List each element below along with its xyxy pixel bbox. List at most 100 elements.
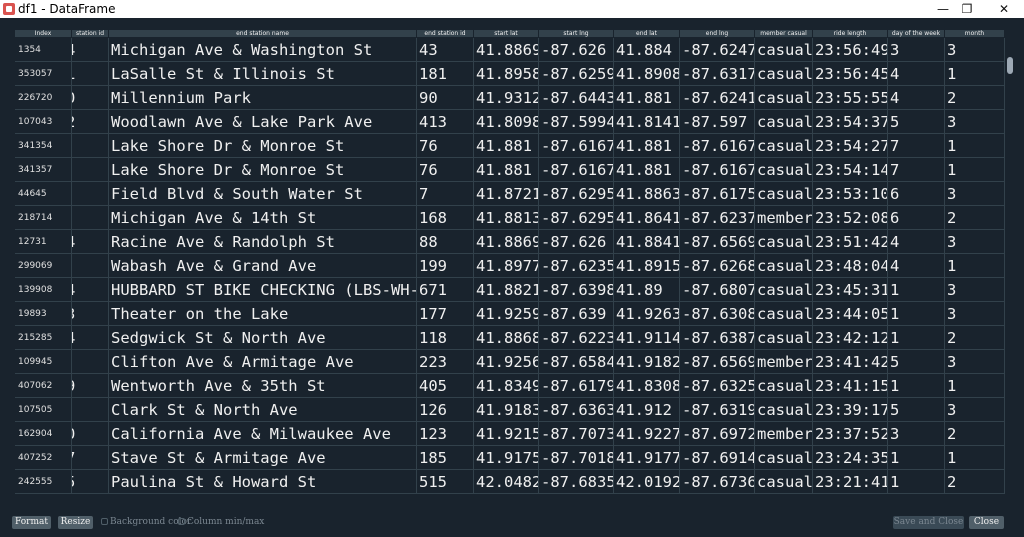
cell-month[interactable]: 1 <box>945 446 1005 470</box>
cell-member-casual[interactable]: member <box>755 422 813 446</box>
cell-start-lat[interactable]: 41.8821 <box>474 278 539 302</box>
table-row[interactable]: 12731 4 Racine Ave & Randolph St 88 41.8… <box>15 230 1005 254</box>
cell-month[interactable]: 2 <box>945 86 1005 110</box>
cell-start-lng[interactable]: -87.6167 <box>539 134 614 158</box>
cell-member-casual[interactable]: casual <box>755 374 813 398</box>
table-row[interactable]: 407062 9 Wentworth Ave & 35th St 405 41.… <box>15 374 1005 398</box>
cell-station-id[interactable]: 4 <box>72 326 109 350</box>
cell-month[interactable]: 3 <box>945 110 1005 134</box>
cell-member-casual[interactable]: casual <box>755 158 813 182</box>
cell-ride-length[interactable]: 23:52:08 <box>813 206 888 230</box>
header-end-station-id[interactable]: end station id <box>417 30 474 37</box>
cell-end-station-name[interactable]: Wentworth Ave & 35th St <box>109 374 417 398</box>
table-row[interactable]: 353057 1 LaSalle St & Illinois St 181 41… <box>15 62 1005 86</box>
cell-end-lng[interactable]: -87.6167 <box>680 158 755 182</box>
cell-ride-length[interactable]: 23:55:55 <box>813 86 888 110</box>
cell-day-of-the-week[interactable]: 7 <box>888 134 945 158</box>
cell-start-lng[interactable]: -87.6584 <box>539 350 614 374</box>
header-end-lat[interactable]: end lat <box>614 30 680 37</box>
cell-ride-length[interactable]: 23:41:15 <box>813 374 888 398</box>
cell-start-lat[interactable]: 41.881 <box>474 134 539 158</box>
cell-ride-length[interactable]: 23:21:41 <box>813 470 888 494</box>
table-row[interactable]: 139908 4 HUBBARD ST BIKE CHECKING (LBS-W… <box>15 278 1005 302</box>
cell-end-lat[interactable]: 41.9263 <box>614 302 680 326</box>
cell-ride-length[interactable]: 23:41:42 <box>813 350 888 374</box>
cell-start-lng[interactable]: -87.6398 <box>539 278 614 302</box>
cell-station-id[interactable]: 4 <box>72 278 109 302</box>
cell-end-lat[interactable]: 41.881 <box>614 134 680 158</box>
cell-end-station-id[interactable]: 181 <box>417 62 474 86</box>
cell-end-lng[interactable]: -87.6317 <box>680 62 755 86</box>
vertical-scrollbar[interactable] <box>1006 55 1014 515</box>
cell-end-lat[interactable]: 41.8915 <box>614 254 680 278</box>
cell-month[interactable]: 3 <box>945 230 1005 254</box>
cell-end-lat[interactable]: 41.9177 <box>614 446 680 470</box>
cell-end-station-id[interactable]: 126 <box>417 398 474 422</box>
cell-end-lat[interactable]: 41.9182 <box>614 350 680 374</box>
cell-month[interactable]: 3 <box>945 350 1005 374</box>
cell-station-id[interactable] <box>72 206 109 230</box>
header-month[interactable]: month <box>945 30 1005 37</box>
cell-member-casual[interactable]: casual <box>755 446 813 470</box>
cell-day-of-the-week[interactable]: 4 <box>888 62 945 86</box>
table-row[interactable]: 44645 Field Blvd & South Water St 7 41.8… <box>15 182 1005 206</box>
cell-end-station-name[interactable]: Lake Shore Dr & Monroe St <box>109 158 417 182</box>
cell-ride-length[interactable]: 23:56:45 <box>813 62 888 86</box>
cell-station-id[interactable]: 1 <box>72 62 109 86</box>
cell-start-lng[interactable]: -87.7073 <box>539 422 614 446</box>
cell-start-lat[interactable]: 41.9312 <box>474 86 539 110</box>
cell-day-of-the-week[interactable]: 4 <box>888 230 945 254</box>
close-button[interactable]: Close <box>969 516 1004 529</box>
cell-ride-length[interactable]: 23:42:12 <box>813 326 888 350</box>
cell-month[interactable]: 1 <box>945 134 1005 158</box>
cell-end-station-name[interactable]: Michigan Ave & Washington St <box>109 38 417 62</box>
cell-station-id[interactable]: 0 <box>72 86 109 110</box>
cell-member-casual[interactable]: casual <box>755 134 813 158</box>
cell-end-lng[interactable]: -87.597 <box>680 110 755 134</box>
cell-day-of-the-week[interactable]: 7 <box>888 158 945 182</box>
cell-day-of-the-week[interactable]: 1 <box>888 374 945 398</box>
cell-station-id[interactable] <box>72 158 109 182</box>
cell-end-station-id[interactable]: 43 <box>417 38 474 62</box>
cell-start-lat[interactable]: 41.9183 <box>474 398 539 422</box>
vertical-scrollbar-thumb[interactable] <box>1007 57 1013 74</box>
cell-end-lng[interactable]: -87.6569 <box>680 350 755 374</box>
cell-day-of-the-week[interactable]: 1 <box>888 302 945 326</box>
save-and-close-button[interactable]: Save and Close <box>893 516 964 529</box>
cell-end-station-name[interactable]: California Ave & Milwaukee Ave <box>109 422 417 446</box>
cell-day-of-the-week[interactable]: 1 <box>888 326 945 350</box>
cell-station-id[interactable] <box>72 254 109 278</box>
cell-station-id[interactable] <box>72 182 109 206</box>
cell-end-station-name[interactable]: Paulina St & Howard St <box>109 470 417 494</box>
cell-end-lng[interactable]: -87.6241 <box>680 86 755 110</box>
cell-start-lng[interactable]: -87.626 <box>539 230 614 254</box>
cell-station-id[interactable]: 2 <box>72 110 109 134</box>
cell-end-station-id[interactable]: 7 <box>417 182 474 206</box>
cell-station-id[interactable] <box>72 134 109 158</box>
cell-end-station-name[interactable]: Sedgwick St & North Ave <box>109 326 417 350</box>
cell-start-lng[interactable]: -87.6295 <box>539 206 614 230</box>
cell-start-lng[interactable]: -87.6295 <box>539 182 614 206</box>
cell-end-station-id[interactable]: 671 <box>417 278 474 302</box>
cell-end-lat[interactable]: 42.0192 <box>614 470 680 494</box>
cell-member-casual[interactable]: casual <box>755 302 813 326</box>
cell-end-station-id[interactable]: 76 <box>417 134 474 158</box>
cell-end-station-id[interactable]: 118 <box>417 326 474 350</box>
cell-end-station-id[interactable]: 515 <box>417 470 474 494</box>
cell-month[interactable]: 3 <box>945 38 1005 62</box>
cell-end-station-id[interactable]: 76 <box>417 158 474 182</box>
cell-end-station-name[interactable]: LaSalle St & Illinois St <box>109 62 417 86</box>
cell-day-of-the-week[interactable]: 1 <box>888 278 945 302</box>
cell-end-lng[interactable]: -87.6167 <box>680 134 755 158</box>
cell-ride-length[interactable]: 23:54:27 <box>813 134 888 158</box>
cell-end-lng[interactable]: -87.6319 <box>680 398 755 422</box>
cell-start-lat[interactable]: 41.8098 <box>474 110 539 134</box>
table-row[interactable]: 218714 Michigan Ave & 14th St 168 41.881… <box>15 206 1005 230</box>
cell-station-id[interactable] <box>72 398 109 422</box>
cell-end-lng[interactable]: -87.6569 <box>680 230 755 254</box>
cell-ride-length[interactable]: 23:39:17 <box>813 398 888 422</box>
cell-day-of-the-week[interactable]: 4 <box>888 254 945 278</box>
cell-ride-length[interactable]: 23:44:05 <box>813 302 888 326</box>
cell-end-lng[interactable]: -87.6237 <box>680 206 755 230</box>
cell-end-lng[interactable]: -87.6268 <box>680 254 755 278</box>
